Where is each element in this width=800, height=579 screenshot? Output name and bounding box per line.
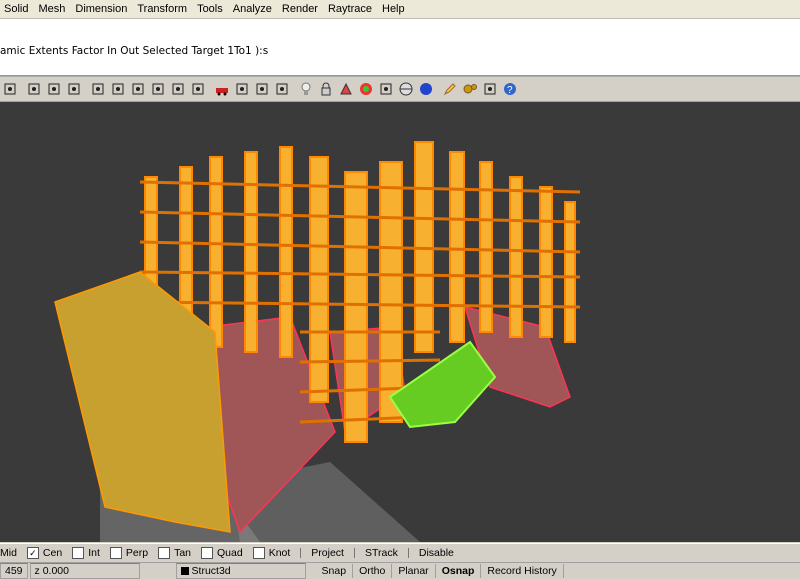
car-icon[interactable] bbox=[213, 80, 231, 98]
status-ortho-button[interactable]: Ortho bbox=[353, 564, 393, 578]
command-history-area: amic Extents Factor In Out Selected Targ… bbox=[0, 19, 800, 95]
perspective-viewport[interactable] bbox=[0, 102, 800, 542]
osnap-cen[interactable]: ✓ Cen bbox=[26, 547, 63, 559]
menu-solid[interactable]: Solid bbox=[0, 0, 34, 18]
undo-view-icon[interactable] bbox=[169, 80, 187, 98]
menu-raytrace[interactable]: Raytrace bbox=[324, 0, 378, 18]
osnap-label: Knot bbox=[268, 547, 291, 559]
zoom-window-icon[interactable] bbox=[109, 80, 127, 98]
osnap-perp[interactable]: Perp bbox=[109, 547, 149, 559]
pan-hand-icon[interactable] bbox=[45, 80, 63, 98]
osnap-strack[interactable]: STrack bbox=[353, 547, 398, 559]
menu-analyze[interactable]: Analyze bbox=[229, 0, 278, 18]
osnap-bar: Mid ✓ Cen Int Perp Tan Quad Knot Project STrack Di… bbox=[0, 543, 800, 562]
menu-dimension[interactable]: Dimension bbox=[71, 0, 133, 18]
coord-x: 459 bbox=[0, 563, 28, 579]
checkbox-icon[interactable] bbox=[252, 547, 265, 559]
zoom-icon[interactable] bbox=[89, 80, 107, 98]
osnap-mid[interactable]: Mid bbox=[0, 547, 17, 559]
osnap-label: Mid bbox=[0, 547, 17, 559]
menu-tools[interactable]: Tools bbox=[193, 0, 229, 18]
pencil-icon[interactable] bbox=[441, 80, 459, 98]
status-bar: 459 z 0.000 Struct3d Snap Ortho Planar Osna… bbox=[0, 562, 800, 579]
osnap-label: Perp bbox=[125, 547, 149, 559]
left-tower-block bbox=[54, 271, 231, 533]
osnap-knot[interactable]: Knot bbox=[252, 547, 291, 559]
undo-icon[interactable] bbox=[25, 80, 43, 98]
rotate-view-icon[interactable] bbox=[65, 80, 83, 98]
standard-toolbar: ? bbox=[0, 77, 800, 102]
model-render bbox=[54, 141, 581, 542]
osnap-quad[interactable]: Quad bbox=[201, 547, 243, 559]
checkbox-icon[interactable] bbox=[300, 548, 309, 558]
checkbox-icon[interactable] bbox=[353, 548, 363, 558]
status-planar-button[interactable]: Planar bbox=[392, 564, 436, 578]
gears-icon[interactable] bbox=[461, 80, 479, 98]
command-history-text: amic Extents Factor In Out Selected Targ… bbox=[0, 45, 269, 57]
zoom-extents-icon[interactable] bbox=[129, 80, 147, 98]
menu-bar: Solid Mesh Dimension Transform Tools Analyze R… bbox=[0, 0, 800, 19]
set-cplane-icon[interactable] bbox=[273, 80, 291, 98]
new-file-icon[interactable] bbox=[1, 80, 19, 98]
osnap-disable[interactable]: Disable bbox=[407, 547, 454, 559]
osnap-label: Disable bbox=[418, 547, 454, 559]
lock-icon[interactable] bbox=[317, 80, 335, 98]
color-wheel-icon[interactable] bbox=[357, 80, 375, 98]
layer-color-swatch bbox=[180, 567, 189, 575]
layer-name: Struct3d bbox=[191, 565, 231, 577]
osnap-label: Cen bbox=[42, 547, 63, 559]
globe-icon[interactable] bbox=[397, 80, 415, 98]
target-icon[interactable] bbox=[253, 80, 271, 98]
layer-selector[interactable]: Struct3d bbox=[175, 563, 306, 579]
bulb-icon[interactable] bbox=[297, 80, 315, 98]
menu-help[interactable]: Help bbox=[378, 0, 411, 18]
help-icon[interactable]: ? bbox=[501, 80, 519, 98]
menu-transform[interactable]: Transform bbox=[133, 0, 193, 18]
osnap-label: Tan bbox=[174, 547, 191, 559]
camera-icon[interactable] bbox=[233, 80, 251, 98]
checkbox-icon[interactable] bbox=[407, 548, 417, 558]
dimension-icon[interactable] bbox=[481, 80, 499, 98]
sphere-wire-icon[interactable] bbox=[377, 80, 395, 98]
four-viewports-icon[interactable] bbox=[189, 80, 207, 98]
svg-text:?: ? bbox=[507, 85, 513, 96]
osnap-int[interactable]: Int bbox=[72, 547, 100, 559]
osnap-tan[interactable]: Tan bbox=[158, 547, 191, 559]
status-toggles: Snap Ortho Planar Osnap Record History bbox=[316, 564, 564, 578]
checkbox-icon[interactable] bbox=[109, 547, 122, 559]
checkbox-checked-icon[interactable]: ✓ bbox=[26, 547, 39, 559]
blue-sphere-icon[interactable] bbox=[417, 80, 435, 98]
checkbox-icon[interactable] bbox=[201, 547, 213, 559]
osnap-label: Quad bbox=[217, 547, 243, 559]
osnap-project[interactable]: Project bbox=[300, 547, 344, 559]
menu-mesh[interactable]: Mesh bbox=[34, 0, 71, 18]
osnap-label: Int bbox=[88, 547, 100, 559]
status-snap-button[interactable]: Snap bbox=[316, 564, 354, 578]
selected-object-highlight bbox=[388, 340, 497, 429]
checkbox-icon[interactable] bbox=[158, 547, 171, 559]
shade-icon[interactable] bbox=[337, 80, 355, 98]
menu-render[interactable]: Render bbox=[278, 0, 324, 18]
zoom-selected-icon[interactable] bbox=[149, 80, 167, 98]
coord-z: z 0.000 bbox=[29, 563, 140, 579]
osnap-label: STrack bbox=[364, 547, 398, 559]
checkbox-icon[interactable] bbox=[72, 547, 85, 559]
status-osnap-button[interactable]: Osnap bbox=[436, 564, 482, 578]
status-record-history-button[interactable]: Record History bbox=[481, 564, 564, 578]
osnap-label: Project bbox=[311, 547, 344, 559]
